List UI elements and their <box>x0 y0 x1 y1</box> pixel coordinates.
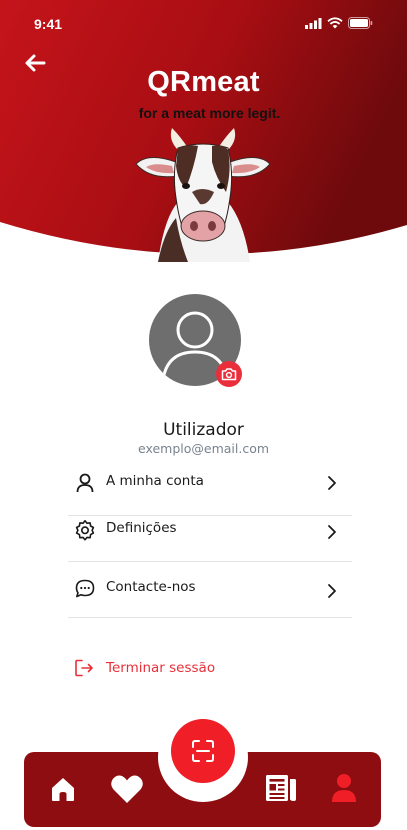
camera-icon <box>221 368 237 381</box>
user-name: Utilizador <box>163 420 244 440</box>
menu-item-contact[interactable]: Contacte-nos <box>68 566 352 610</box>
app-tagline: for a meat more legit. <box>138 105 281 121</box>
status-bar: 9:41 <box>0 0 407 44</box>
logout-button[interactable]: Terminar sessão <box>74 656 274 682</box>
scan-button[interactable] <box>171 719 235 783</box>
scan-icon <box>192 740 214 762</box>
chevron-right-icon <box>328 584 336 598</box>
chat-icon <box>75 579 95 598</box>
menu-divider <box>68 561 352 562</box>
menu-item-label: Definições <box>106 520 177 536</box>
app-title: QRmeat <box>147 66 260 98</box>
user-email: exemplo@email.com <box>137 441 270 456</box>
profile-icon[interactable] <box>330 773 358 803</box>
chevron-right-icon <box>328 476 336 490</box>
change-photo-button[interactable] <box>216 361 242 387</box>
signal-icon <box>305 17 322 29</box>
logout-icon <box>75 659 93 677</box>
menu-item-label: Contacte-nos <box>106 579 196 595</box>
user-icon <box>76 473 94 493</box>
cow-illustration <box>135 128 271 262</box>
gear-icon <box>75 520 95 541</box>
menu-item-settings[interactable]: Definições <box>68 507 352 551</box>
battery-icon <box>348 17 373 29</box>
menu-item-label: A minha conta <box>106 473 204 489</box>
status-time: 9:41 <box>34 16 63 32</box>
news-icon[interactable] <box>265 774 297 802</box>
wifi-icon <box>327 17 343 29</box>
status-icons <box>305 17 373 29</box>
chevron-right-icon <box>328 525 336 539</box>
menu-divider <box>68 617 352 618</box>
header: 9:41 QRmeat for a meat more legit. <box>0 0 407 262</box>
logout-label: Terminar sessão <box>106 660 216 676</box>
menu-item-account[interactable]: A minha conta <box>68 460 352 504</box>
heart-icon[interactable] <box>110 774 144 804</box>
profile-screen: 9:41 QRmeat for a meat more legit. Utili… <box>0 0 407 830</box>
home-icon[interactable] <box>49 775 77 803</box>
